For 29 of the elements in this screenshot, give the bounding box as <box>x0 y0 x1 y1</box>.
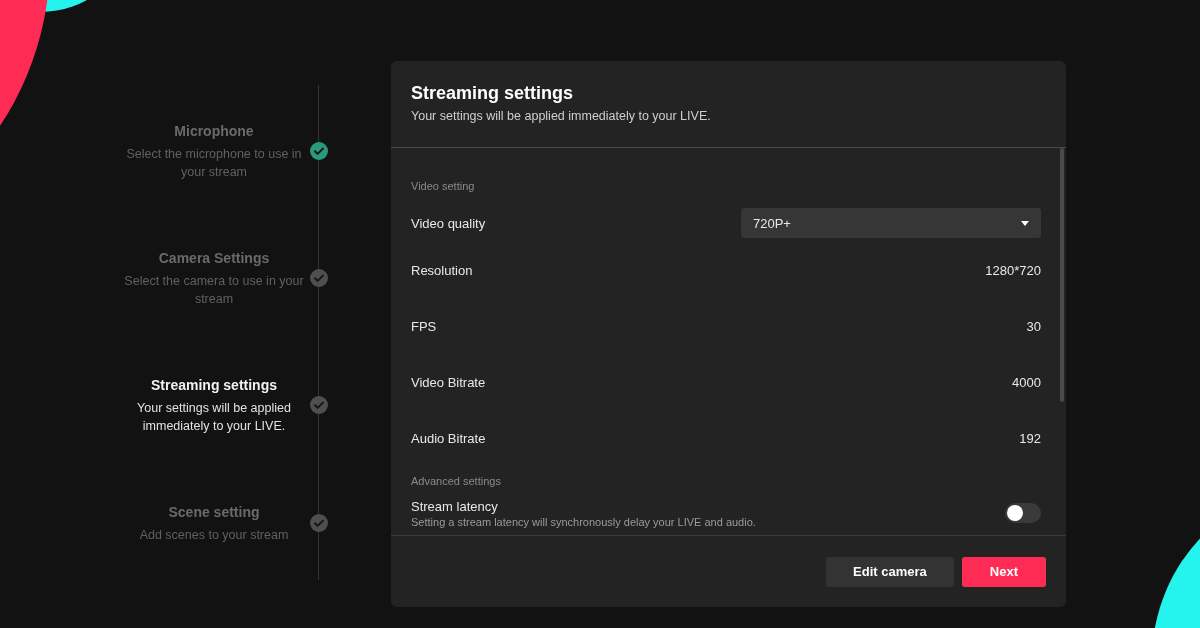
quality-dropdown[interactable]: 720P+ <box>741 208 1041 238</box>
toggle-switch[interactable] <box>1005 503 1041 523</box>
setting-value: 30 <box>1026 318 1041 334</box>
step-title: Scene setting <box>168 503 260 522</box>
setting-value: 192 <box>1019 430 1041 446</box>
setting-label: Audio Bitrate <box>411 430 486 446</box>
step-description: Your settings will be applied immediately to your LIVE. <box>136 400 292 435</box>
setting-description: Setting a stream latency will synchronously delay your LIVE and audio. <box>411 515 756 528</box>
panel-subtitle: Your settings will be applied immediately to your LIVE. <box>411 109 712 123</box>
section-heading: Video setting <box>411 179 476 194</box>
setting-label: Video quality <box>411 215 486 231</box>
step-description: Add scenes to your stream <box>139 527 289 544</box>
edit-camera-button[interactable]: Edit camera <box>826 556 954 587</box>
step-description: Select the microphone to use in your stream <box>125 146 303 181</box>
next-button[interactable]: Next <box>961 556 1046 587</box>
setting-label: Video Bitrate <box>411 374 486 390</box>
section-heading: Advanced settings <box>411 474 502 489</box>
setting-label: FPS <box>411 318 437 334</box>
step-title: Microphone <box>174 122 254 141</box>
setting-label: Stream latency <box>411 498 499 514</box>
scrollbar[interactable] <box>1060 148 1064 402</box>
step-title: Camera Settings <box>158 249 270 268</box>
caret-icon <box>1021 220 1029 226</box>
setting-label: Resolution <box>411 262 473 278</box>
step-title: Streaming settings <box>151 376 277 395</box>
setting-value: 4000 <box>1012 374 1041 390</box>
step-description: Select the camera to use in your stream <box>123 273 305 308</box>
setting-value: 1280*720 <box>985 262 1041 278</box>
panel-title: Streaming settings <box>411 82 575 105</box>
